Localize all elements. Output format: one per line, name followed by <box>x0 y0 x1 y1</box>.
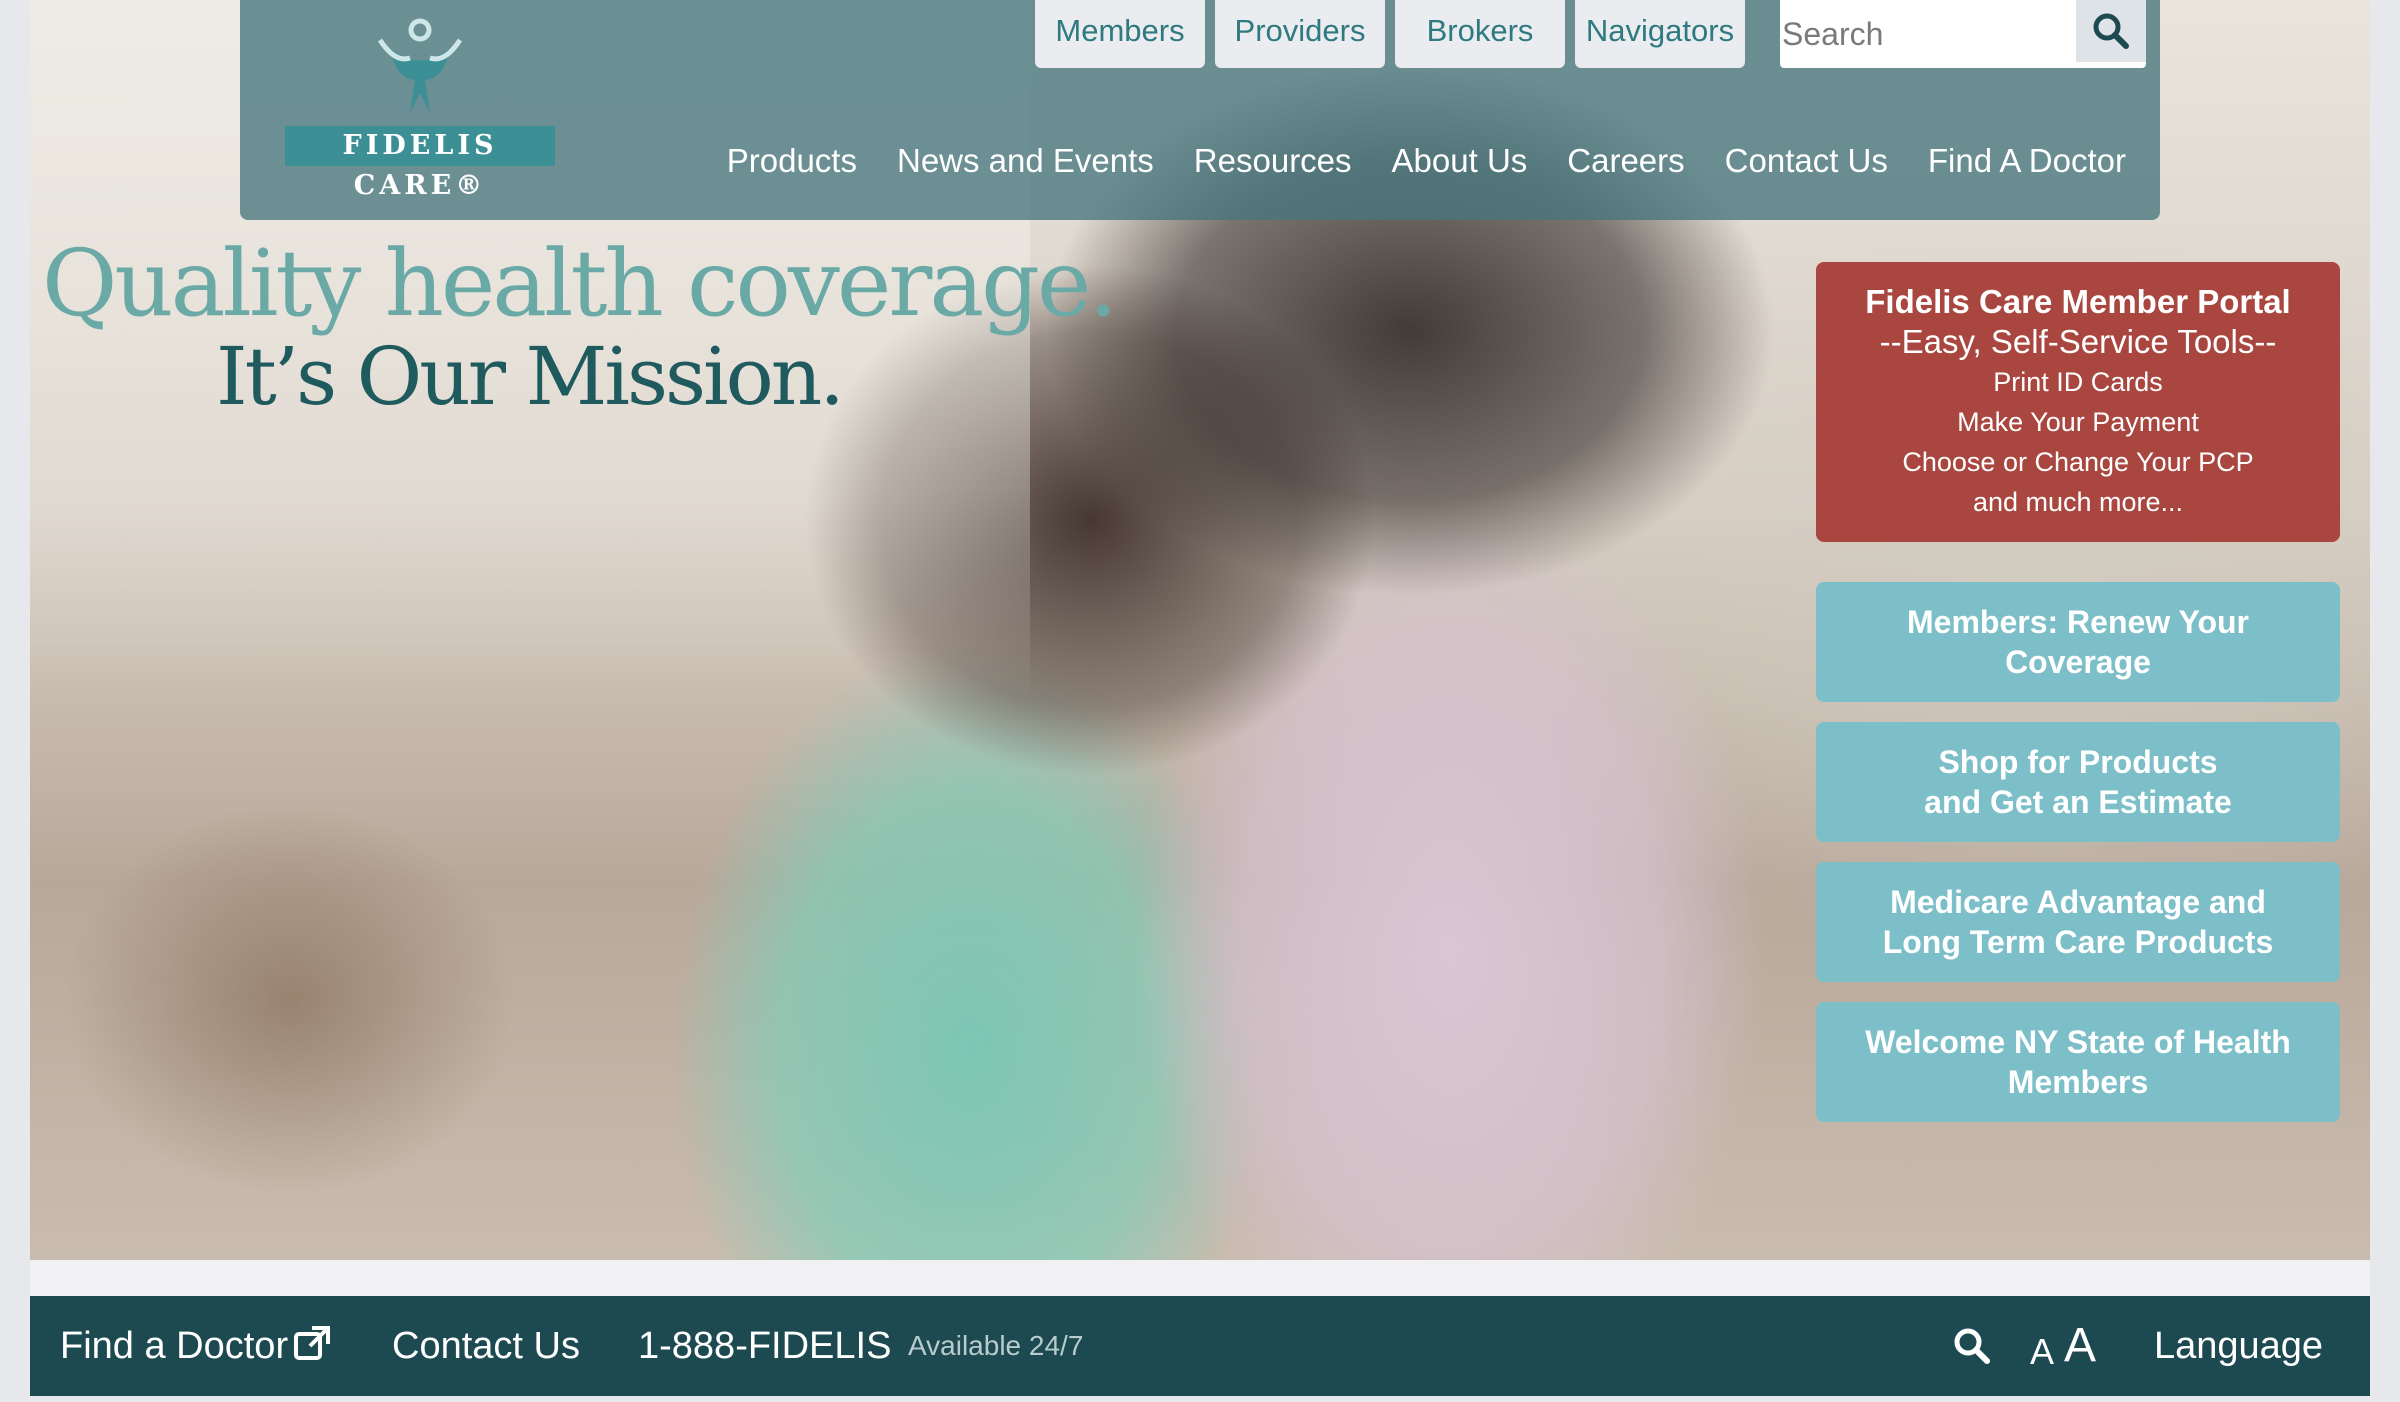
nav-careers[interactable]: Careers <box>1567 142 1684 180</box>
text-size-large-button[interactable]: A <box>2064 1296 2096 1396</box>
utility-tabs: Members Providers Brokers Navigators <box>1035 0 1745 68</box>
nav-contact-us[interactable]: Contact Us <box>1725 142 1888 180</box>
nav-about-us[interactable]: About Us <box>1392 142 1528 180</box>
main-nav: Products News and Events Resources About… <box>727 142 2126 180</box>
footer-bar: Find a Doctor Contact Us 1-888-FIDELIS A… <box>30 1296 2370 1396</box>
footer-contact-us-link[interactable]: Contact Us <box>392 1296 580 1396</box>
find-doctor-label: Find a Doctor <box>60 1325 289 1367</box>
portal-item: and much more... <box>1972 487 2184 517</box>
shop-products-button[interactable]: Shop for Products and Get an Estimate <box>1816 722 2340 842</box>
search-icon <box>2093 13 2129 49</box>
tab-providers[interactable]: Providers <box>1215 0 1385 68</box>
site-header: FIDELIS CARE® Members Providers Brokers … <box>240 0 2160 220</box>
footer-find-doctor-link[interactable]: Find a Doctor <box>60 1296 288 1396</box>
search-input[interactable] <box>1780 0 2074 68</box>
search-box <box>1780 0 2146 68</box>
external-link-icon <box>294 1326 330 1360</box>
cta-label: Medicare Advantage and Long Term Care Pr… <box>1882 884 2274 960</box>
footer-phone-link[interactable]: 1-888-FIDELIS <box>638 1296 891 1396</box>
logo-figure-icon <box>377 18 463 113</box>
tab-brokers[interactable]: Brokers <box>1395 0 1565 68</box>
hero-tagline: Quality health coverage. <box>42 230 1118 337</box>
cta-label: Welcome NY State of Health Members <box>1865 1024 2291 1100</box>
text-size-small-button[interactable]: A <box>2030 1302 2054 1402</box>
renew-coverage-button[interactable]: Members: Renew Your Coverage <box>1816 582 2340 702</box>
portal-title: Fidelis Care Member Portal <box>1865 283 2291 320</box>
language-selector[interactable]: Language <box>2154 1296 2323 1396</box>
search-icon[interactable] <box>1952 1326 1992 1366</box>
cta-label: Members: Renew Your Coverage <box>1906 604 2249 680</box>
cta-label: Shop for Products and Get an Estimate <box>1924 744 2232 820</box>
portal-item: Make Your Payment <box>1957 407 2199 437</box>
hero-subtagline: It’s Our Mission. <box>216 330 845 423</box>
nav-find-a-doctor[interactable]: Find A Doctor <box>1928 142 2126 180</box>
nav-resources[interactable]: Resources <box>1194 142 1352 180</box>
search-button[interactable] <box>2076 0 2146 62</box>
availability-text: Available 24/7 <box>908 1330 1084 1361</box>
portal-item: Print ID Cards <box>1993 367 2163 397</box>
logo[interactable]: FIDELIS CARE® <box>285 18 555 201</box>
nav-products[interactable]: Products <box>727 142 857 180</box>
tab-members[interactable]: Members <box>1035 0 1205 68</box>
medicare-ltc-button[interactable]: Medicare Advantage and Long Term Care Pr… <box>1816 862 2340 982</box>
member-portal-card[interactable]: Fidelis Care Member Portal --Easy, Self-… <box>1816 262 2340 542</box>
portal-subtitle: --Easy, Self-Service Tools-- <box>1879 323 2277 360</box>
nav-news-and-events[interactable]: News and Events <box>897 142 1154 180</box>
logo-text: FIDELIS CARE® <box>285 126 555 201</box>
portal-item: Choose or Change Your PCP <box>1902 447 2254 477</box>
tab-navigators[interactable]: Navigators <box>1575 0 1745 68</box>
nysoh-members-button[interactable]: Welcome NY State of Health Members <box>1816 1002 2340 1122</box>
page: FIDELIS CARE® Members Providers Brokers … <box>30 0 2370 1396</box>
